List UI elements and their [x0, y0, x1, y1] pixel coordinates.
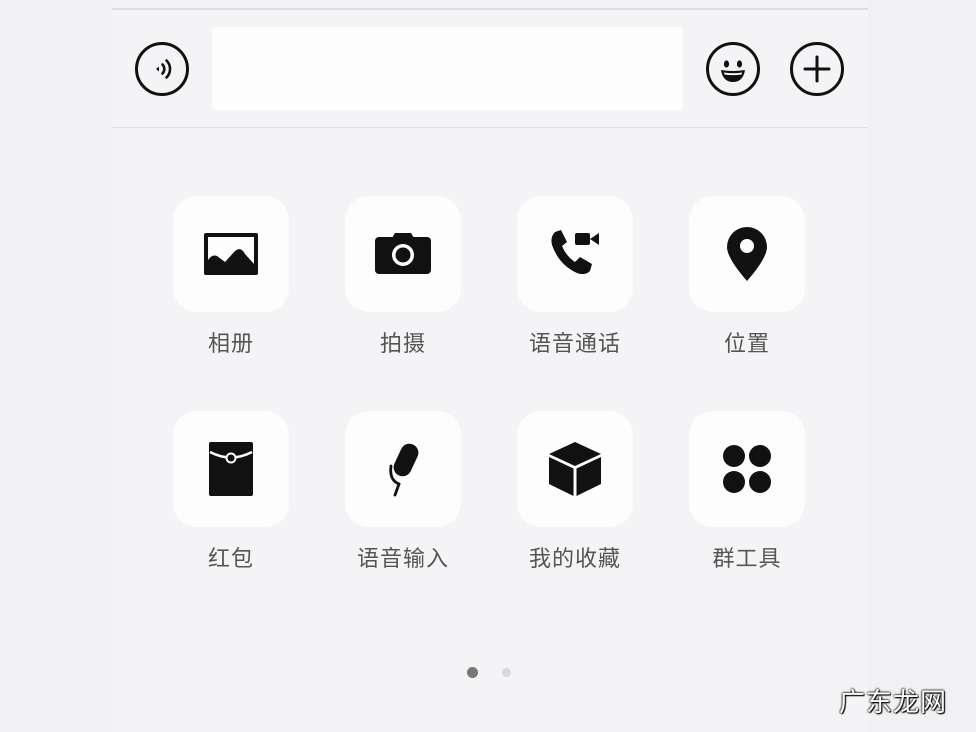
camera-label: 拍摄 [379, 332, 426, 357]
favorites-cube-icon [549, 442, 601, 496]
voice-icon [156, 59, 172, 79]
group-tools-tile[interactable] [689, 411, 805, 527]
group-tools-label: 群工具 [712, 547, 782, 572]
album-label: 相册 [207, 332, 254, 357]
group-tools-icon [723, 445, 771, 493]
page-dot-active[interactable] [467, 667, 478, 678]
phone-video-call-icon [551, 230, 599, 275]
favorites-label: 我的收藏 [528, 547, 621, 572]
camera-icon [375, 233, 431, 274]
plus-icon [803, 55, 831, 83]
message-input[interactable] [212, 27, 683, 110]
voice-call-label: 语音通话 [528, 332, 621, 357]
location-tile[interactable] [689, 196, 805, 312]
page-dot[interactable] [502, 668, 511, 677]
location-label: 位置 [723, 332, 770, 357]
red-envelope-tile[interactable] [173, 411, 289, 527]
voice-button[interactable] [135, 42, 189, 96]
voice-input-tile[interactable] [345, 411, 461, 527]
smiley-icon [721, 60, 745, 82]
emoji-button[interactable] [706, 42, 760, 96]
voice-call-tile[interactable] [517, 196, 633, 312]
favorites-tile[interactable] [517, 411, 633, 527]
camera-tile[interactable] [345, 196, 461, 312]
red-envelope-label: 红包 [207, 547, 254, 572]
voice-input-label: 语音输入 [356, 547, 449, 572]
more-plus-button[interactable] [790, 42, 844, 96]
red-envelope-icon [209, 442, 253, 496]
photo-icon [204, 233, 258, 275]
watermark: 广东龙网 [838, 688, 947, 718]
album-tile[interactable] [173, 196, 289, 312]
location-pin-icon [727, 227, 767, 281]
input-bar-divider [112, 127, 868, 128]
microphone-icon [389, 443, 419, 497]
